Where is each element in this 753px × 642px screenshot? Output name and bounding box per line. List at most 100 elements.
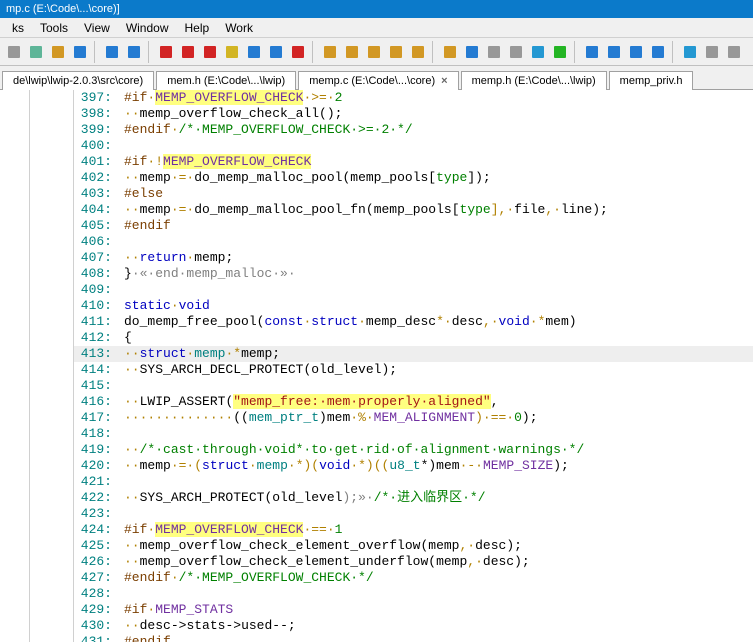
code-src[interactable] (118, 426, 753, 442)
tab-0[interactable]: de\lwip\lwip-2.0.3\src\core) (2, 71, 154, 90)
code-line[interactable]: 431:#endif (74, 634, 753, 642)
arrow-down-button[interactable] (200, 42, 220, 62)
right-end-button[interactable] (386, 42, 406, 62)
code-line[interactable]: 399:#endif·/*·MEMP_OVERFLOW_CHECK·>=·2·*… (74, 122, 753, 138)
code-src[interactable] (118, 474, 753, 490)
code-editor[interactable]: 397:#if·MEMP_OVERFLOW_CHECK·>=·2398:··me… (74, 90, 753, 642)
code-line[interactable]: 426:··memp_overflow_check_element_underf… (74, 554, 753, 570)
code-line[interactable]: 428: (74, 586, 753, 602)
code-line[interactable]: 424:#if·MEMP_OVERFLOW_CHECK·==·1 (74, 522, 753, 538)
doc-yellow-button[interactable] (222, 42, 242, 62)
code-line[interactable]: 403:#else (74, 186, 753, 202)
menu-item-ks[interactable]: ks (4, 19, 32, 37)
code-src[interactable]: #else (118, 186, 753, 202)
code-src[interactable] (118, 138, 753, 154)
code-line[interactable]: 415: (74, 378, 753, 394)
code-src[interactable]: ··struct·memp·*memp; (118, 346, 753, 362)
pin-button[interactable] (724, 42, 744, 62)
code-src[interactable] (118, 506, 753, 522)
code-src[interactable]: ··memp_overflow_check_element_overflow(m… (118, 538, 753, 554)
code-line[interactable]: 421: (74, 474, 753, 490)
lightning-button[interactable] (550, 42, 570, 62)
code-src[interactable]: ··SYS_ARCH_DECL_PROTECT(old_level); (118, 362, 753, 378)
grid3-button[interactable] (626, 42, 646, 62)
code-src[interactable]: ··SYS_ARCH_PROTECT(old_level);»·/*·进入临界区… (118, 490, 753, 506)
code-line[interactable]: 407:··return·memp; (74, 250, 753, 266)
right-button[interactable] (364, 42, 384, 62)
tab-2[interactable]: memp.c (E:\Code\...\core)× (298, 71, 458, 90)
left-button[interactable] (342, 42, 362, 62)
find-button[interactable] (440, 42, 460, 62)
code-line[interactable]: 409: (74, 282, 753, 298)
code-line[interactable]: 419:··/*·cast·through·void*·to·get·rid·o… (74, 442, 753, 458)
copy-button[interactable] (26, 42, 46, 62)
tab-1[interactable]: mem.h (E:\Code\...\lwip) (156, 71, 296, 90)
menu-item-work[interactable]: Work (217, 19, 261, 37)
code-line[interactable]: 417:··············((mem_ptr_t)mem·%·MEM_… (74, 410, 753, 426)
code-src[interactable]: ··/*·cast·through·void*·to·get·rid·of·al… (118, 442, 753, 458)
menu-item-help[interactable]: Help (177, 19, 218, 37)
code-line[interactable]: 398:··memp_overflow_check_all(); (74, 106, 753, 122)
code-line[interactable]: 425:··memp_overflow_check_element_overfl… (74, 538, 753, 554)
tab-4[interactable]: memp_priv.h (609, 71, 694, 90)
ruler-button[interactable] (702, 42, 722, 62)
new-button[interactable] (4, 42, 24, 62)
code-src[interactable]: #endif·/*·MEMP_OVERFLOW_CHECK·*/ (118, 570, 753, 586)
code-src[interactable]: ··return·memp; (118, 250, 753, 266)
sync-button[interactable] (528, 42, 548, 62)
code-src[interactable]: ··············((mem_ptr_t)mem·%·MEM_ALIG… (118, 410, 753, 426)
left-end-button[interactable] (320, 42, 340, 62)
brace-button[interactable] (288, 42, 308, 62)
code-src[interactable]: ··LWIP_ASSERT("memp_free:·mem·properly·a… (118, 394, 753, 410)
code-line[interactable]: 405:#endif (74, 218, 753, 234)
code-src[interactable]: ··desc->stats->used--; (118, 618, 753, 634)
code-src[interactable]: #endif (118, 634, 753, 642)
code-line[interactable]: 427:#endif·/*·MEMP_OVERFLOW_CHECK·*/ (74, 570, 753, 586)
code-src[interactable]: do_memp_free_pool(const·struct·memp_desc… (118, 314, 753, 330)
code-line[interactable]: 406: (74, 234, 753, 250)
undo-button[interactable] (102, 42, 122, 62)
code-src[interactable] (118, 586, 753, 602)
code-src[interactable]: #if·!MEMP_OVERFLOW_CHECK (118, 154, 753, 170)
paste-button[interactable] (48, 42, 68, 62)
code-line[interactable]: 413:··struct·memp·*memp; (74, 346, 753, 362)
code-line[interactable]: 423: (74, 506, 753, 522)
code-src[interactable]: #endif·/*·MEMP_OVERFLOW_CHECK·>=·2·*/ (118, 122, 753, 138)
menu-item-tools[interactable]: Tools (32, 19, 76, 37)
code-src[interactable]: ··memp_overflow_check_element_underflow(… (118, 554, 753, 570)
book-button[interactable] (484, 42, 504, 62)
code-src[interactable] (118, 282, 753, 298)
code-line[interactable]: 420:··memp·=·(struct·memp·*)(void·*)((u8… (74, 458, 753, 474)
code-src[interactable] (118, 234, 753, 250)
code-line[interactable]: 418: (74, 426, 753, 442)
arrow-up-button[interactable] (178, 42, 198, 62)
code-line[interactable]: 430:··desc->stats->used--; (74, 618, 753, 634)
code-src[interactable] (118, 378, 753, 394)
nav-button[interactable] (244, 42, 264, 62)
tab-close-icon[interactable]: × (441, 75, 447, 87)
code-src[interactable]: #if·MEMP_OVERFLOW_CHECK·==·1 (118, 522, 753, 538)
grid4-button[interactable] (648, 42, 668, 62)
code-line[interactable]: 410:static·void (74, 298, 753, 314)
code-line[interactable]: 404:··memp·=·do_memp_malloc_pool_fn(memp… (74, 202, 753, 218)
menu-item-view[interactable]: View (76, 19, 118, 37)
code-src[interactable]: { (118, 330, 753, 346)
redo-button[interactable] (124, 42, 144, 62)
replace-button[interactable] (462, 42, 482, 62)
menu-item-window[interactable]: Window (118, 19, 177, 37)
code-src[interactable]: #if·MEMP_OVERFLOW_CHECK·>=·2 (118, 90, 753, 106)
code-line[interactable]: 429:#if·MEMP_STATS (74, 602, 753, 618)
code-line[interactable]: 402:··memp·=·do_memp_malloc_pool(memp_po… (74, 170, 753, 186)
code-line[interactable]: 401:#if·!MEMP_OVERFLOW_CHECK (74, 154, 753, 170)
code-line[interactable]: 414:··SYS_ARCH_DECL_PROTECT(old_level); (74, 362, 753, 378)
align-left-button[interactable] (70, 42, 90, 62)
code-line[interactable]: 416:··LWIP_ASSERT("memp_free:·mem·proper… (74, 394, 753, 410)
star-button[interactable] (408, 42, 428, 62)
code-src[interactable]: #endif (118, 218, 753, 234)
code-line[interactable]: 412:{ (74, 330, 753, 346)
code-line[interactable]: 408:}·«·end·memp_malloc·»· (74, 266, 753, 282)
x-y-button[interactable] (266, 42, 286, 62)
code-src[interactable]: }·«·end·memp_malloc·»· (118, 266, 753, 282)
code-src[interactable]: ··memp·=·do_memp_malloc_pool(memp_pools[… (118, 170, 753, 186)
code-src[interactable]: ··memp·=·(struct·memp·*)(void·*)((u8_t*)… (118, 458, 753, 474)
